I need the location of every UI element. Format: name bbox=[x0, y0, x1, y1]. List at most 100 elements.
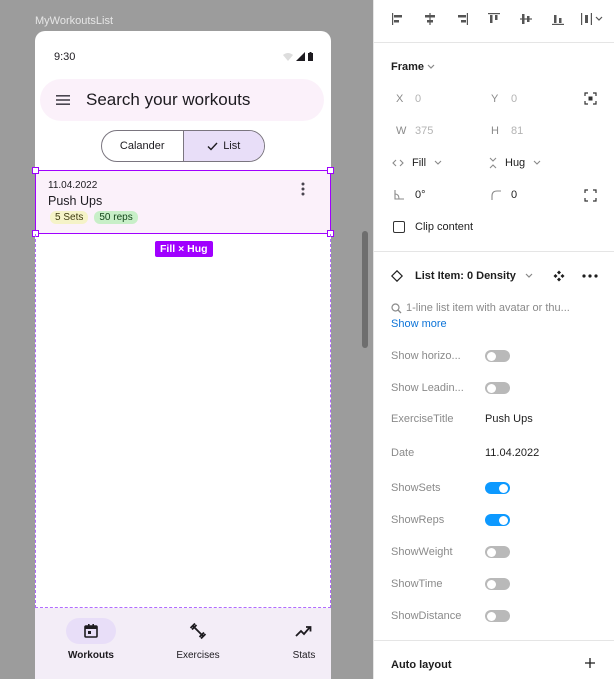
property-label: ShowTime bbox=[391, 578, 443, 590]
alignment-toolbar bbox=[374, 0, 614, 43]
design-canvas[interactable]: MyWorkoutsList 9:30 Search your workouts… bbox=[0, 0, 373, 679]
align-horizontal-center-icon[interactable] bbox=[422, 11, 438, 27]
workout-list-item[interactable]: 11.04.2022 Push Ups 5 Sets 50 reps bbox=[35, 170, 331, 234]
y-input[interactable]: 0 bbox=[511, 93, 517, 105]
corner-radius-icon bbox=[491, 190, 501, 200]
section-divider bbox=[374, 640, 614, 641]
phone-frame[interactable]: 9:30 Search your workouts Calander List bbox=[35, 31, 331, 679]
segment-list[interactable]: List bbox=[183, 131, 264, 161]
x-input[interactable]: 0 bbox=[415, 93, 421, 105]
align-bottom-icon[interactable] bbox=[550, 11, 566, 27]
nav-item-exercises[interactable]: Exercises bbox=[153, 618, 243, 661]
horizontal-resize-icon bbox=[392, 159, 404, 167]
wifi-icon bbox=[283, 53, 293, 61]
property-toggle[interactable] bbox=[485, 610, 510, 622]
menu-icon[interactable] bbox=[54, 91, 72, 109]
more-vert-icon[interactable] bbox=[297, 182, 309, 196]
nav-label-exercises: Exercises bbox=[176, 650, 220, 661]
property-toggle[interactable] bbox=[485, 382, 510, 394]
height-mode-select[interactable]: Hug bbox=[489, 157, 541, 169]
align-left-icon[interactable] bbox=[390, 11, 406, 27]
h-label: H bbox=[491, 125, 499, 137]
add-icon[interactable] bbox=[584, 657, 596, 669]
chevron-down-icon bbox=[525, 273, 533, 278]
w-input[interactable]: 375 bbox=[415, 125, 433, 137]
toggle-knob bbox=[499, 515, 508, 525]
toggle-knob bbox=[487, 547, 496, 557]
nav-item-stats[interactable]: Stats bbox=[259, 618, 331, 661]
property-label: ExerciseTitle bbox=[391, 413, 454, 425]
toggle-knob bbox=[487, 611, 496, 621]
more-horizontal-icon[interactable] bbox=[582, 274, 598, 278]
nav-label-stats: Stats bbox=[292, 650, 316, 661]
trending-up-icon bbox=[295, 626, 312, 637]
chevron-down-icon bbox=[533, 160, 541, 165]
frame-section-heading[interactable]: Frame bbox=[391, 61, 435, 73]
clip-content-label: Clip content bbox=[415, 221, 474, 233]
align-vertical-center-icon[interactable] bbox=[518, 11, 534, 27]
status-icons bbox=[283, 52, 313, 61]
independent-corners-icon[interactable] bbox=[584, 189, 597, 202]
status-bar: 9:30 bbox=[35, 31, 331, 81]
distribute-icon[interactable] bbox=[580, 11, 604, 27]
align-top-icon[interactable] bbox=[486, 11, 502, 27]
section-divider bbox=[374, 251, 614, 252]
search-icon bbox=[391, 302, 402, 313]
workout-chips: 5 Sets 50 reps bbox=[50, 211, 138, 224]
battery-icon bbox=[308, 52, 313, 61]
calendar-icon bbox=[84, 624, 98, 638]
frame-label[interactable]: MyWorkoutsList bbox=[35, 15, 113, 27]
nav-indicator bbox=[66, 618, 116, 644]
height-mode-value: Hug bbox=[505, 157, 526, 169]
nav-indicator bbox=[279, 618, 329, 644]
toggle-knob bbox=[487, 383, 496, 393]
search-bar[interactable]: Search your workouts bbox=[40, 79, 324, 121]
property-label: Show Leadin... bbox=[391, 382, 464, 394]
cell-signal-icon bbox=[296, 52, 305, 61]
property-toggle[interactable] bbox=[485, 578, 510, 590]
segment-calendar-label: Calander bbox=[119, 140, 165, 152]
property-label: ShowDistance bbox=[391, 610, 462, 622]
go-to-main-component-icon[interactable] bbox=[553, 270, 565, 282]
rotation-icon bbox=[394, 190, 404, 200]
w-label: W bbox=[396, 125, 407, 137]
segment-calendar[interactable]: Calander bbox=[102, 131, 184, 161]
check-icon bbox=[207, 142, 218, 151]
canvas-scrollbar[interactable] bbox=[362, 231, 368, 348]
property-toggle[interactable] bbox=[485, 482, 510, 494]
property-toggle[interactable] bbox=[485, 514, 510, 526]
selection-size-badge: Fill × Hug bbox=[155, 241, 213, 257]
auto-layout-heading: Auto layout bbox=[391, 659, 452, 671]
property-text-input[interactable]: 11.04.2022 bbox=[485, 447, 539, 459]
sets-chip: 5 Sets bbox=[50, 211, 89, 224]
width-mode-select[interactable]: Fill bbox=[392, 157, 442, 169]
dumbbell-icon bbox=[189, 622, 207, 640]
view-toggle: Calander List bbox=[101, 130, 265, 162]
y-label: Y bbox=[491, 93, 499, 105]
search-placeholder: Search your workouts bbox=[86, 90, 251, 109]
nav-item-workouts[interactable]: Workouts bbox=[46, 618, 136, 661]
property-text-input[interactable]: Push Ups bbox=[485, 413, 533, 425]
workout-date: 11.04.2022 bbox=[48, 180, 98, 191]
reps-chip: 50 reps bbox=[94, 211, 138, 224]
x-label: X bbox=[396, 93, 404, 105]
h-input[interactable]: 81 bbox=[511, 125, 523, 137]
property-label: ShowReps bbox=[391, 514, 445, 526]
rotation-input[interactable]: 0° bbox=[415, 189, 426, 201]
workout-title: Push Ups bbox=[48, 194, 103, 208]
align-right-icon[interactable] bbox=[454, 11, 470, 27]
property-toggle[interactable] bbox=[485, 350, 510, 362]
vertical-resize-icon bbox=[489, 157, 497, 169]
show-more-link[interactable]: Show more bbox=[391, 318, 447, 330]
clip-content-checkbox[interactable] bbox=[393, 221, 405, 233]
corner-radius-input[interactable]: 0 bbox=[511, 189, 517, 201]
property-toggle[interactable] bbox=[485, 546, 510, 558]
toggle-knob bbox=[499, 483, 508, 493]
chevron-down-icon bbox=[434, 160, 442, 165]
toggle-knob bbox=[487, 351, 496, 361]
absolute-position-icon[interactable] bbox=[584, 92, 597, 105]
segment-list-label: List bbox=[223, 140, 241, 152]
toggle-knob bbox=[487, 579, 496, 589]
component-description: 1-line list item with avatar or thu... bbox=[391, 302, 570, 314]
component-name-select[interactable]: List Item: 0 Density bbox=[415, 270, 533, 282]
